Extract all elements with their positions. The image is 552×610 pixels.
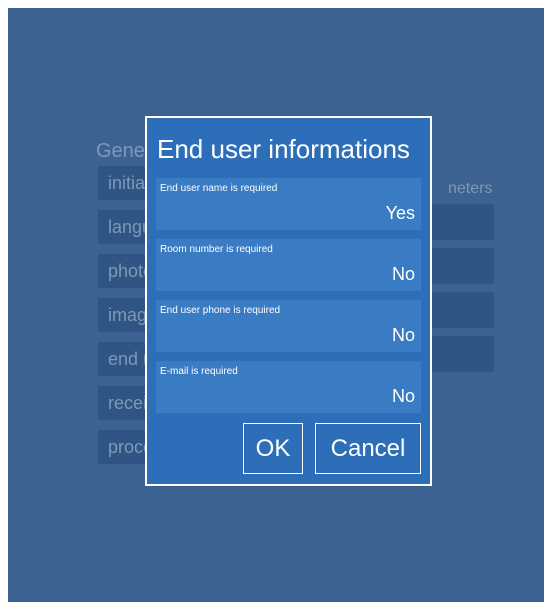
- end-user-info-dialog: End user informations End user name is r…: [145, 116, 432, 486]
- setting-value: No: [391, 264, 415, 284]
- setting-label: Room number is required: [160, 244, 273, 255]
- setting-value: Yes: [385, 203, 415, 223]
- setting-row-end-user-name[interactable]: End user name is required Yes: [156, 178, 421, 230]
- background-parameters-title: neters: [448, 180, 493, 197]
- setting-label: End user phone is required: [160, 305, 281, 316]
- setting-value: No: [391, 386, 415, 406]
- setting-label: End user name is required: [160, 183, 278, 194]
- setting-row-end-user-phone[interactable]: End user phone is required No: [156, 300, 421, 352]
- setting-value: No: [391, 325, 415, 345]
- ok-button[interactable]: OK: [243, 423, 303, 474]
- background-right-tile[interactable]: [428, 204, 494, 240]
- setting-row-room-number[interactable]: Room number is required No: [156, 239, 421, 291]
- cancel-button[interactable]: Cancel: [315, 423, 421, 474]
- background-right-tile[interactable]: [428, 292, 494, 328]
- background-section-title: Gener: [96, 140, 152, 162]
- setting-row-email[interactable]: E-mail is required No: [156, 361, 421, 413]
- setting-label: E-mail is required: [160, 366, 238, 377]
- background-right-tile[interactable]: [428, 336, 494, 372]
- background-right-tile[interactable]: [428, 248, 494, 284]
- dialog-title: End user informations: [157, 134, 410, 164]
